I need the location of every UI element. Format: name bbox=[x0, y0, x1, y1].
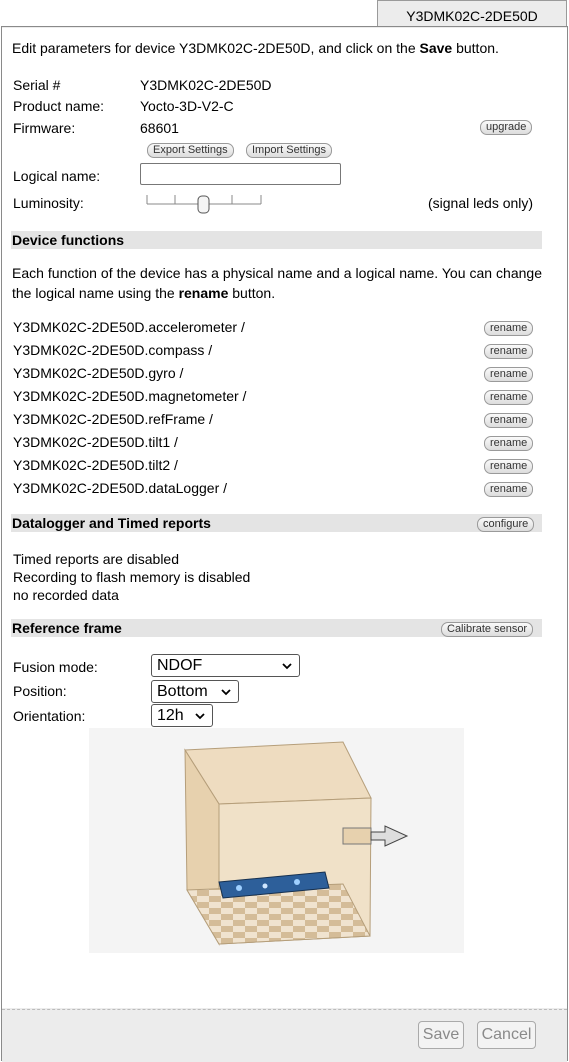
datalogger-header: Datalogger and Timed reports bbox=[11, 514, 542, 532]
save-button[interactable]: Save bbox=[418, 1021, 464, 1049]
datalogger-status-1: Timed reports are disabled bbox=[13, 551, 180, 567]
upgrade-button[interactable]: upgrade bbox=[480, 120, 533, 135]
chevron-down-icon bbox=[282, 663, 292, 670]
chevron-down-icon bbox=[221, 689, 231, 696]
fusion-mode-label: Fusion mode: bbox=[13, 659, 98, 675]
firmware-value: 68601 bbox=[140, 120, 179, 136]
datalogger-status-2: Recording to flash memory is disabled bbox=[13, 569, 251, 585]
function-name: Y3DMK02C-2DE50D.magnetometer / bbox=[13, 388, 247, 404]
rename-button[interactable]: rename bbox=[484, 367, 534, 382]
function-name: Y3DMK02C-2DE50D.refFrame / bbox=[13, 411, 213, 427]
luminosity-slider[interactable] bbox=[146, 192, 262, 214]
orientation-3d-view bbox=[89, 728, 464, 953]
luminosity-note: (signal leds only) bbox=[428, 195, 534, 211]
logical-name-label: Logical name: bbox=[13, 168, 101, 184]
firmware-label: Firmware: bbox=[13, 120, 76, 136]
configure-button[interactable]: configure bbox=[477, 517, 535, 532]
rename-button[interactable]: rename bbox=[484, 482, 534, 497]
function-name: Y3DMK02C-2DE50D.dataLogger / bbox=[13, 480, 228, 496]
cancel-button[interactable]: Cancel bbox=[477, 1021, 536, 1049]
orientation-label: Orientation: bbox=[13, 708, 86, 724]
rename-button[interactable]: rename bbox=[484, 390, 534, 405]
rename-button[interactable]: rename bbox=[484, 413, 534, 428]
rename-button[interactable]: rename bbox=[484, 436, 534, 451]
serial-value: Y3DMK02C-2DE50D bbox=[140, 77, 272, 93]
intro-text: Edit parameters for device Y3DMK02C-2DE5… bbox=[12, 40, 499, 56]
logical-name-input[interactable] bbox=[140, 163, 341, 185]
function-name: Y3DMK02C-2DE50D.gyro / bbox=[13, 365, 184, 381]
function-name: Y3DMK02C-2DE50D.tilt2 / bbox=[13, 457, 178, 473]
rename-button[interactable]: rename bbox=[484, 321, 534, 336]
rename-button[interactable]: rename bbox=[484, 459, 534, 474]
function-name: Y3DMK02C-2DE50D.compass / bbox=[13, 342, 213, 358]
product-name-label: Product name: bbox=[13, 98, 105, 114]
product-name-value: Yocto-3D-V2-C bbox=[140, 98, 234, 114]
calibrate-sensor-button[interactable]: Calibrate sensor bbox=[441, 622, 534, 637]
position-label: Position: bbox=[13, 683, 67, 699]
export-settings-button[interactable]: Export Settings bbox=[147, 143, 234, 158]
tab-title: Y3DMK02C-2DE50D bbox=[406, 8, 538, 24]
orientation-select[interactable]: 12h bbox=[151, 704, 213, 727]
device-tab[interactable]: Y3DMK02C-2DE50D bbox=[377, 0, 567, 27]
function-name: Y3DMK02C-2DE50D.accelerometer / bbox=[13, 319, 245, 335]
fusion-mode-select[interactable]: NDOF bbox=[151, 654, 300, 677]
import-settings-button[interactable]: Import Settings bbox=[246, 143, 332, 158]
device-functions-header: Device functions bbox=[11, 231, 542, 249]
datalogger-status-3: no recorded data bbox=[13, 587, 119, 603]
rename-button[interactable]: rename bbox=[484, 344, 534, 359]
chevron-down-icon bbox=[195, 713, 205, 720]
functions-description: Each function of the device has a physic… bbox=[12, 265, 542, 301]
position-select[interactable]: Bottom bbox=[151, 680, 239, 703]
function-name: Y3DMK02C-2DE50D.tilt1 / bbox=[13, 434, 178, 450]
luminosity-label: Luminosity: bbox=[13, 195, 84, 211]
serial-label: Serial # bbox=[13, 77, 61, 93]
